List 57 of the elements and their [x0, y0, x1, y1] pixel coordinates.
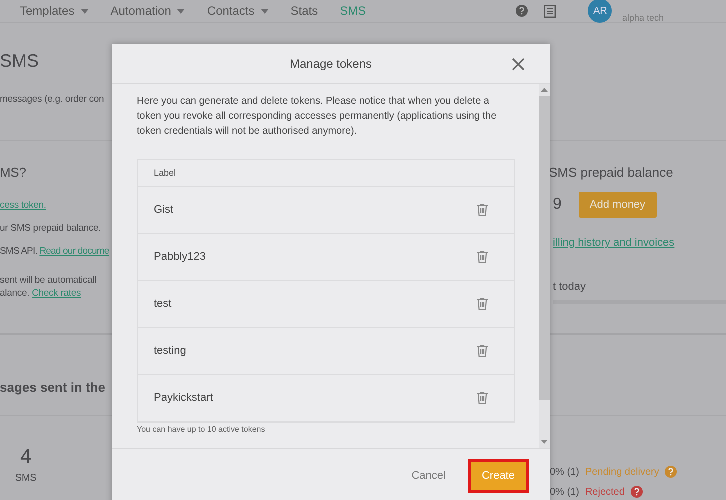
- sent-count: 4: [20, 446, 32, 469]
- trash-icon[interactable]: [477, 345, 488, 357]
- create-button[interactable]: Create: [470, 460, 527, 490]
- scroll-down-icon[interactable]: [541, 440, 548, 444]
- help-icon[interactable]: [630, 486, 643, 498]
- dialog-description: Here you can generate and delete tokens. Please notice that when you delete a token you revoke all corresponding accesses permanently (applications using the token credentials will not be authorised anymore).: [137, 95, 498, 139]
- close-icon[interactable]: [512, 58, 525, 71]
- nav-item[interactable]: Automation: [110, 4, 186, 18]
- caret-icon: [177, 8, 186, 14]
- scrollbar[interactable]: [539, 84, 550, 448]
- section-title: MS?: [0, 165, 28, 180]
- balance-amount: 9: [553, 196, 562, 214]
- caret-icon: [80, 8, 89, 14]
- status-share: 0% (1): [550, 486, 580, 498]
- info-text: SMS API.: [0, 246, 38, 257]
- column-header: Label: [138, 160, 514, 187]
- sent-unit: SMS: [15, 473, 37, 484]
- link[interactable]: Check rates: [32, 288, 82, 299]
- help-icon[interactable]: [665, 466, 678, 478]
- avatar[interactable]: AR: [588, 0, 612, 23]
- link[interactable]: cess token.: [0, 200, 46, 211]
- token-label: Paykickstart: [154, 392, 214, 404]
- status-label: Rejected: [585, 486, 625, 498]
- trash-icon[interactable]: [477, 392, 488, 404]
- billing-link[interactable]: illing history and invoices: [553, 237, 675, 249]
- info-text: sent will be automaticall: [0, 275, 97, 286]
- dialog-title: Manage tokens: [290, 56, 372, 70]
- status-label: Pending delivery: [585, 466, 660, 478]
- cancel-button[interactable]: Cancel: [412, 470, 446, 482]
- document-icon[interactable]: [544, 4, 556, 18]
- status-share: 0% (1): [550, 466, 580, 478]
- section-title: SMS prepaid balance: [549, 165, 674, 180]
- company-name: alpha tech: [622, 13, 664, 23]
- scroll-up-icon[interactable]: [541, 88, 548, 92]
- section-title: sages sent in the: [0, 380, 106, 395]
- token-label: Pabbly123: [154, 251, 206, 263]
- today-label: t today: [553, 281, 588, 293]
- help-icon[interactable]: [516, 5, 528, 17]
- scrollbar-thumb[interactable]: [539, 96, 550, 400]
- info-text: alance.: [0, 288, 31, 299]
- nav-item[interactable]: Contacts: [207, 4, 269, 18]
- trash-icon[interactable]: [477, 204, 488, 216]
- nav-item[interactable]: SMS: [340, 4, 366, 18]
- token-label: testing: [154, 345, 186, 357]
- info-text: ur SMS prepaid balance.: [0, 223, 102, 234]
- trash-icon[interactable]: [477, 251, 488, 263]
- tokens-limit-note: You can have up to 10 active tokens: [137, 425, 266, 434]
- trash-icon[interactable]: [477, 298, 488, 310]
- token-label: Gist: [154, 204, 174, 216]
- token-label: test: [154, 298, 172, 310]
- nav-item[interactable]: Templates: [20, 4, 89, 18]
- page-title: SMS: [0, 51, 40, 72]
- link[interactable]: Read our docume: [40, 246, 110, 257]
- intro-text: messages (e.g. order con: [0, 94, 104, 105]
- nav-item[interactable]: Stats: [290, 4, 318, 18]
- add-money-button[interactable]: Add money: [578, 192, 657, 218]
- caret-icon: [260, 8, 269, 14]
